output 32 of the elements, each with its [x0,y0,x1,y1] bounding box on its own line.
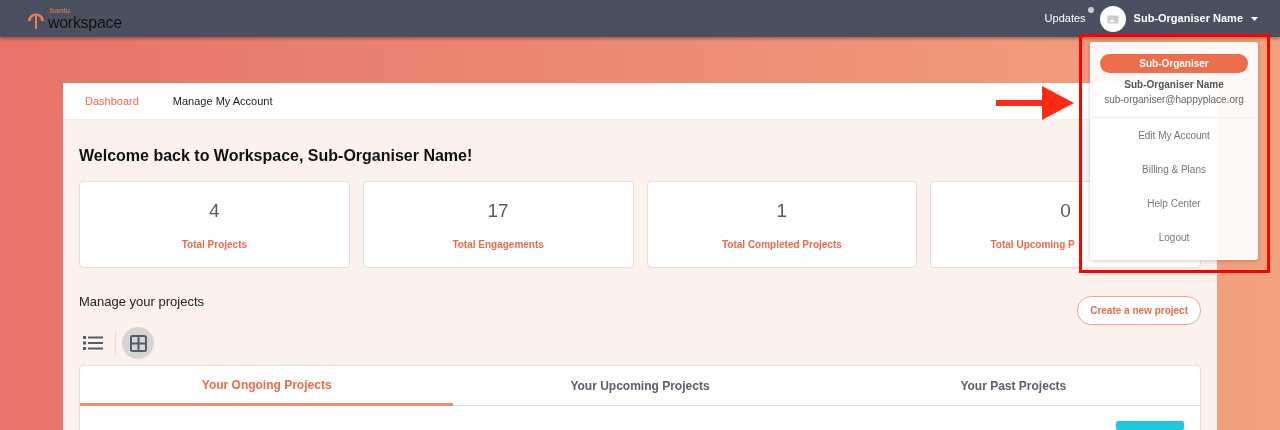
stat-label: Total Completed Projects [721,238,842,253]
create-project-button[interactable]: Create a new project [1077,296,1201,326]
avatar[interactable] [1099,5,1126,32]
menu-item[interactable]: Edit My Account [1090,118,1258,152]
caret-icon[interactable] [1251,16,1258,21]
menu-item[interactable]: Logout [1090,220,1258,254]
stat-label: Total Engagements [452,238,544,253]
menu-item[interactable]: Help Center [1090,186,1258,220]
logo-subtext: bantu [50,6,72,15]
menu-item[interactable]: Billing & Plans [1090,152,1258,186]
project-tab[interactable]: Your Past Projects [826,366,1200,407]
list-icon [83,335,103,352]
nav-tab[interactable]: Dashboard [85,92,139,110]
section-heading: Manage your projects [79,293,204,312]
menu-user-name: Sub-Organiser Name [1123,78,1225,92]
project-tab[interactable]: Your Upcoming Projects [453,366,827,407]
view-toggle[interactable] [122,327,154,360]
nav-tab[interactable]: Manage My Account [172,92,273,110]
user-name[interactable]: Sub-Organiser Name [1133,10,1243,27]
stat-value: 1 [776,198,788,223]
role-badge: Sub-Organiser [1100,54,1248,73]
logo-text: workspace [48,13,122,31]
stat-label: Total Upcoming P [990,238,1076,253]
stat-value: 4 [209,198,220,223]
stat-value: 0 [1060,198,1071,223]
updates-link[interactable]: Updates [1044,10,1086,27]
stat-value: 17 [487,198,509,223]
grid-icon [129,334,147,352]
stat-label: Total Projects [181,238,248,253]
menu-email: sub-organiser@happyplace.org [1090,92,1258,118]
welcome-heading: Welcome back to Workspace, Sub-Organiser Name! [79,146,474,166]
project-tab[interactable]: Your Ongoing Projects [80,366,454,407]
